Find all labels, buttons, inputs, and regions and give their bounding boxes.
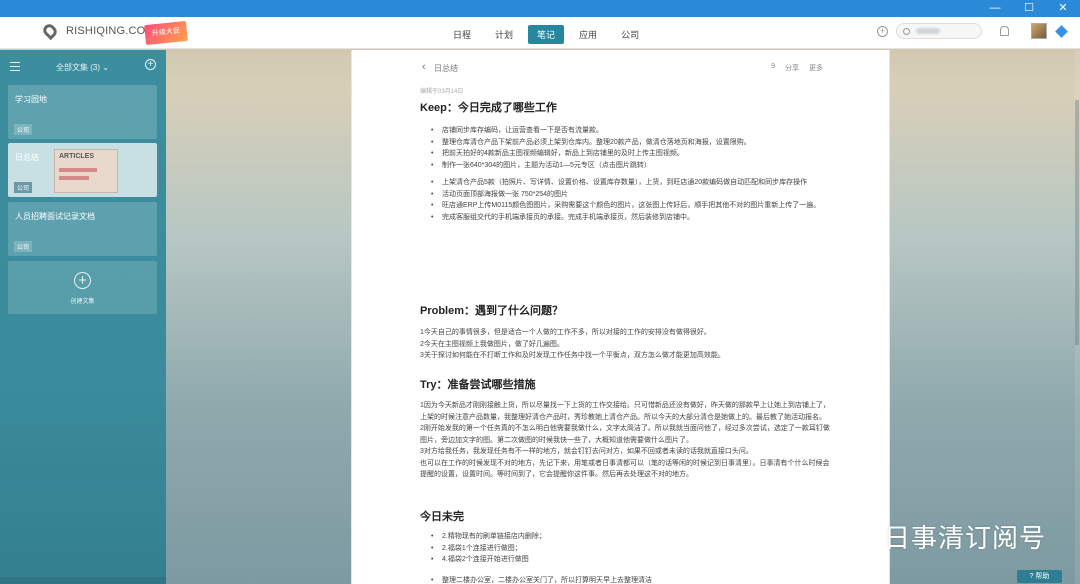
text-line: 1今天自己的事情很多，但是适合一个人做的工作不多，所以对接的工作的安排没有做得很… bbox=[420, 329, 711, 336]
thumbnail-decor bbox=[59, 168, 97, 172]
help-label: 帮助 bbox=[1035, 573, 1050, 580]
problem-text: 1今天自己的事情很多，但是适合一个人做的工作不多，所以对接的工作的安排没有做得很… bbox=[420, 327, 830, 362]
document-toolbar: ‹ 日总结 9 分享 更多 bbox=[352, 50, 889, 86]
note-document: ‹ 日总结 9 分享 更多 编辑于03月14日 Keep：今日完成了哪些工作 店… bbox=[351, 50, 890, 584]
list-item: 旺店通ERP上传M0115颜色图图片，采购需要这个颜色的图片，这张图上传好后，顺… bbox=[431, 200, 831, 212]
list-item: 上架清仓产品5款（拍照片、写详情、设置价格、设置库存数量），上货，到旺店通20款… bbox=[431, 177, 831, 189]
thumbnail-label: ARTICLES bbox=[59, 153, 94, 160]
folder-selector[interactable]: 全部文集 (3) ⌄ bbox=[56, 62, 109, 73]
note-title: 学习园地 bbox=[15, 95, 47, 104]
edit-meta: 编辑于03月14日 bbox=[420, 89, 464, 95]
add-note-icon[interactable]: + bbox=[145, 59, 156, 70]
list-item: 整理仓库清仓产品下架前产品必须上架到仓库内。整理20款产品，做清仓落地页和海报，… bbox=[431, 137, 831, 149]
tab-apps[interactable]: 应用 bbox=[570, 25, 606, 44]
section-heading-problem: Problem：遇到了什么问题？ bbox=[420, 305, 564, 317]
window-controls: — ☐ ✕ bbox=[978, 0, 1080, 17]
list-item: 4.福袋2个连接开始进行做图 bbox=[431, 554, 831, 566]
maximize-button[interactable]: ☐ bbox=[1012, 0, 1046, 17]
tab-notes[interactable]: 笔记 bbox=[528, 25, 565, 44]
sidebar-header: 全部文集 (3) ⌄ + bbox=[0, 50, 166, 83]
wechat-watermark: 日事清订阅号 bbox=[832, 518, 1046, 555]
app-logo[interactable]: RISHIQING.COM bbox=[40, 21, 155, 41]
list-item: 2.福袋1个连接进行做图； bbox=[431, 543, 831, 555]
search-input[interactable] bbox=[896, 23, 982, 39]
tab-company[interactable]: 公司 bbox=[612, 25, 648, 44]
avatar[interactable] bbox=[1031, 23, 1047, 39]
text-line: 3关于探讨如何能在不打断工作和及时发现工作任务中找一个平衡点，双方怎么做才能更加… bbox=[420, 352, 725, 359]
create-notebook-label: 创建文集 bbox=[70, 299, 95, 305]
list-item: 活动页面顶部海报做一张 750*254的图片 bbox=[431, 189, 831, 201]
more-button[interactable]: 更多 bbox=[809, 63, 823, 73]
tab-plan[interactable]: 计划 bbox=[486, 25, 522, 44]
note-title: 人员招聘面试记录文档 bbox=[15, 212, 95, 221]
collaborators-count[interactable]: 9 bbox=[771, 63, 775, 73]
top-navbar: RISHIQING.COM 升级大促 日程 计划 笔记 应用 公司 + bbox=[0, 17, 1080, 49]
note-tag: 公司 bbox=[14, 241, 33, 252]
text-line: 2今天在主图视频上我做图片，做了好几遍图。 bbox=[420, 340, 564, 348]
promo-badge[interactable]: 升级大促 bbox=[144, 20, 188, 46]
note-card-active[interactable]: 日总结 ARTICLES 公司 bbox=[8, 143, 157, 197]
keep-list: 店铺同步库存编码，让运营查看一下是否有流量款。 整理仓库清仓产品下架前产品必须上… bbox=[431, 125, 831, 223]
question-icon: ? bbox=[1029, 573, 1034, 580]
list-item: 完成客服组交代的手机端承接页的承接。完成手机端承接页，然后装修到店铺中。 bbox=[431, 212, 831, 224]
text-line: 2刚开始发我的第一个任务真的不怎么明白他需要我做什么，文字太简洁了。所以我就当面… bbox=[420, 425, 830, 444]
folder-label: 全部文集 (3) bbox=[56, 63, 100, 72]
section-heading-try: Try：准备尝试哪些措施 bbox=[420, 379, 536, 391]
menu-icon[interactable] bbox=[10, 62, 20, 74]
diamond-icon[interactable] bbox=[1055, 24, 1068, 38]
list-item: 整理二楼办公室，二楼办公室关门了，所以打算明天早上去整理清洁 bbox=[431, 575, 831, 584]
list-item: 制作一张640*304的图片，主题为活动1—5元专区（点击图片跳转） bbox=[431, 160, 831, 172]
sidebar-footer bbox=[0, 577, 166, 584]
wechat-icon bbox=[832, 521, 876, 553]
text-line: 3对方给我任务，我发现任务有不一样的地方，就会钉钉去问对方，如果不回或者未读的话… bbox=[420, 448, 753, 455]
section-heading-unfinished: 今日未完 bbox=[420, 511, 464, 523]
close-button[interactable]: ✕ bbox=[1046, 0, 1080, 17]
window-titlebar: — ☐ ✕ bbox=[0, 0, 1080, 17]
note-title: 日总结 bbox=[15, 153, 39, 162]
list-item: 把前天拍好的4款新品主图视频编辑好，新品上到店铺里的及时上传主图视频。 bbox=[431, 148, 831, 160]
section-heading-keep: Keep：今日完成了哪些工作 bbox=[420, 102, 557, 114]
list-item: 店铺同步库存编码，让运营查看一下是否有流量款。 bbox=[431, 125, 831, 137]
bell-icon[interactable] bbox=[1000, 26, 1009, 36]
text-line: 1因为今天新品才刚刚接触上货，所以尽量找一下上货的工作交接给。只可惜新品还没有做… bbox=[420, 402, 830, 421]
search-blurred-text bbox=[916, 28, 940, 34]
note-card[interactable]: 人员招聘面试记录文档 公司 bbox=[8, 202, 157, 256]
tab-schedule[interactable]: 日程 bbox=[444, 25, 480, 44]
top-right-tools: + bbox=[877, 23, 1068, 39]
chevron-down-icon: ⌄ bbox=[102, 63, 109, 72]
note-tag: 公司 bbox=[14, 124, 33, 135]
document-actions: 9 分享 更多 bbox=[761, 63, 823, 73]
note-tag: 公司 bbox=[14, 182, 33, 193]
logo-text: RISHIQING.COM bbox=[66, 25, 155, 37]
search-icon bbox=[903, 27, 910, 35]
back-chevron-icon[interactable]: ‹ bbox=[422, 61, 426, 73]
page-scrollbar-thumb[interactable] bbox=[1075, 100, 1079, 345]
minimize-button[interactable]: — bbox=[978, 0, 1012, 17]
main-nav-tabs: 日程 计划 笔记 应用 公司 bbox=[444, 25, 654, 44]
add-circle-icon[interactable]: + bbox=[877, 25, 888, 37]
thumbnail-decor bbox=[59, 176, 89, 180]
try-text: 1因为今天新品才刚刚接触上货，所以尽量找一下上货的工作交接给。只可惜新品还没有做… bbox=[420, 400, 830, 481]
help-button[interactable]: ? 帮助 bbox=[1017, 570, 1062, 583]
share-button[interactable]: 分享 bbox=[785, 63, 799, 73]
create-notebook-button[interactable]: + 创建文集 bbox=[8, 261, 157, 314]
note-thumbnail: ARTICLES bbox=[54, 149, 118, 193]
document-title[interactable]: 日总结 bbox=[434, 63, 458, 74]
note-card[interactable]: 学习园地 公司 bbox=[8, 85, 157, 139]
text-line: 也可以在工作的时候发现不对的地方，先记下来，用笔或者日事清都可以（笔的话等闲的时… bbox=[420, 459, 830, 479]
list-item: 2.精物现有的刷单链接店内删除； bbox=[431, 531, 831, 543]
notebook-sidebar: 全部文集 (3) ⌄ + 学习园地 公司 日总结 ARTICLES 公司 人员招… bbox=[0, 50, 166, 584]
plus-circle-icon: + bbox=[74, 272, 91, 289]
location-pin-icon bbox=[40, 21, 60, 41]
watermark-text: 日事清订阅号 bbox=[884, 524, 1047, 554]
unfinished-list: 2.精物现有的刷单链接店内删除； 2.福袋1个连接进行做图； 4.福袋2个连接开… bbox=[431, 531, 831, 584]
